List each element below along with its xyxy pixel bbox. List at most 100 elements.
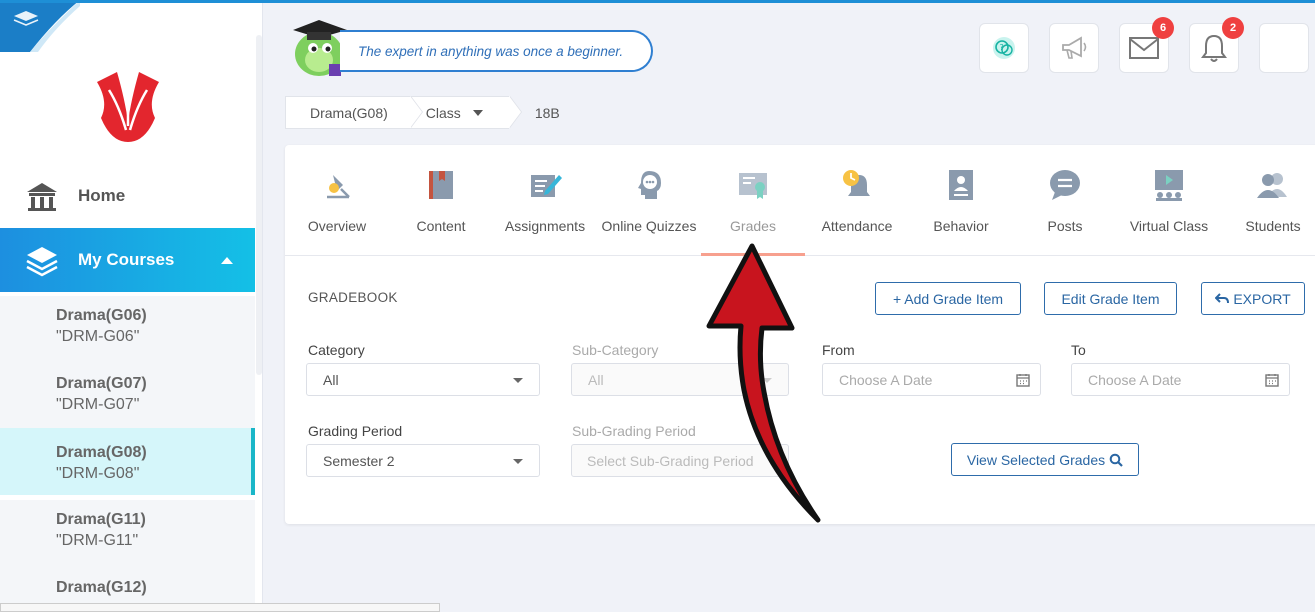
course-code: "DRM-G06" xyxy=(56,328,140,345)
annotation-arrow-icon xyxy=(706,243,821,523)
users-icon xyxy=(1257,173,1287,198)
tab-assignments[interactable]: Assignments xyxy=(493,145,597,256)
course-name: Drama(G07) xyxy=(56,375,147,392)
lamp-icon xyxy=(327,175,350,199)
tab-label: Students xyxy=(1245,218,1301,234)
book-icon xyxy=(429,171,453,199)
category-label: Category xyxy=(308,342,365,358)
caret-down-icon xyxy=(472,109,483,116)
view-selected-grades-label: View Selected Grades xyxy=(966,451,1106,468)
grading-period-label: Grading Period xyxy=(308,423,403,439)
sidebar-item-my-courses[interactable]: My Courses xyxy=(0,228,255,292)
notifications-count-badge: 2 xyxy=(1222,17,1244,39)
course-item[interactable]: Drama(G07) "DRM-G07" xyxy=(0,364,255,432)
virtual-class-icon xyxy=(1155,170,1183,201)
breadcrumb-course[interactable]: Drama(G08) xyxy=(285,96,423,129)
tab-label: Attendance xyxy=(821,218,893,234)
messages-count-badge: 6 xyxy=(1152,17,1174,39)
edit-grade-item-button[interactable]: Edit Grade Item xyxy=(1044,282,1177,315)
export-label: EXPORT xyxy=(1233,290,1291,307)
sidebar: Home My Courses Drama(G06) "DRM-G06" Dra… xyxy=(0,0,263,612)
tab-label: Online Quizzes xyxy=(601,218,697,234)
tab-label: Content xyxy=(416,218,466,234)
tab-label: Posts xyxy=(1047,218,1083,234)
announcements-button[interactable] xyxy=(1049,23,1099,73)
calendar-icon[interactable] xyxy=(1016,373,1030,387)
course-code: "DRM-G07" xyxy=(56,396,140,413)
id-card-icon xyxy=(949,170,973,200)
course-item[interactable]: Drama(G11) "DRM-G11" xyxy=(0,500,255,568)
add-grade-item-button[interactable]: + Add Grade Item xyxy=(875,282,1021,315)
quote-text: The expert in anything was once a beginn… xyxy=(358,43,624,59)
from-date-input[interactable]: Choose A Date xyxy=(822,363,1041,396)
help-chat-button[interactable]: ? xyxy=(979,23,1029,73)
to-label: To xyxy=(1071,342,1086,358)
certificate-icon xyxy=(739,173,767,199)
top-accent-line xyxy=(0,0,1315,3)
sidebar-scrollbar[interactable] xyxy=(256,35,262,375)
sub-grading-period-label: Sub-Grading Period xyxy=(572,423,696,439)
gradebook-title: GRADEBOOK xyxy=(308,290,398,305)
speech-bubble-icon xyxy=(1050,170,1080,200)
grading-period-select[interactable]: Semester 2 xyxy=(306,444,540,477)
breadcrumb: Drama(G08) Class 18B xyxy=(285,96,560,129)
layers-icon xyxy=(26,247,58,277)
calendar-icon[interactable] xyxy=(1265,373,1279,387)
course-name: Drama(G08) xyxy=(56,444,147,461)
from-date-placeholder: Choose A Date xyxy=(839,371,933,388)
bell-clock-icon xyxy=(843,170,870,196)
tab-label: Grades xyxy=(730,218,776,234)
profile-button[interactable] xyxy=(1259,23,1309,73)
help-chat-icon: ? xyxy=(993,37,1015,59)
bell-icon xyxy=(1201,34,1227,62)
envelope-icon xyxy=(1129,37,1159,59)
school-logo-icon xyxy=(97,72,159,142)
breadcrumb-level-dropdown[interactable]: Class xyxy=(409,96,522,129)
course-name: Drama(G12) xyxy=(56,579,147,596)
browser-status-bar xyxy=(0,603,440,612)
to-date-placeholder: Choose A Date xyxy=(1088,371,1182,388)
megaphone-icon xyxy=(1062,36,1087,59)
breadcrumb-level-label: Class xyxy=(425,104,461,121)
sidebar-home-label: Home xyxy=(78,186,126,205)
breadcrumb-course-label: Drama(G08) xyxy=(310,104,388,121)
tab-label: Assignments xyxy=(504,218,586,234)
reply-arrow-icon xyxy=(1215,292,1230,303)
sidebar-courses-label: My Courses xyxy=(78,250,175,269)
quiz-head-icon xyxy=(638,171,661,199)
tab-label: Overview xyxy=(307,218,367,234)
tab-online-quizzes[interactable]: Online Quizzes xyxy=(597,145,701,256)
grading-period-value: Semester 2 xyxy=(323,452,395,469)
tab-overview[interactable]: Overview xyxy=(285,145,389,256)
chevron-down-icon xyxy=(513,378,523,383)
subcategory-value: All xyxy=(588,371,604,388)
search-icon xyxy=(1109,453,1123,467)
view-selected-grades-button[interactable]: View Selected Grades xyxy=(951,443,1139,476)
tab-posts[interactable]: Posts xyxy=(1013,145,1117,256)
tab-label: Virtual Class xyxy=(1129,218,1209,234)
notifications-button[interactable]: 2 xyxy=(1189,17,1244,73)
tab-students[interactable]: Students xyxy=(1221,145,1315,256)
to-date-input[interactable]: Choose A Date xyxy=(1071,363,1290,396)
tab-virtual-class[interactable]: Virtual Class xyxy=(1117,145,1221,256)
edit-document-icon xyxy=(531,175,562,197)
course-name: Drama(G06) xyxy=(56,307,147,324)
tab-behavior[interactable]: Behavior xyxy=(909,145,1013,256)
sidebar-item-home[interactable]: Home xyxy=(0,164,255,228)
motivational-quote: The expert in anything was once a beginn… xyxy=(340,30,653,72)
category-select[interactable]: All xyxy=(306,363,540,396)
course-item[interactable]: Drama(G06) "DRM-G06" xyxy=(0,296,255,364)
corner-book-icon[interactable] xyxy=(0,0,80,52)
tab-content[interactable]: Content xyxy=(389,145,493,256)
course-code: "DRM-G08" xyxy=(56,465,140,482)
category-value: All xyxy=(323,371,339,388)
chevron-down-icon xyxy=(513,459,523,464)
school-building-icon xyxy=(27,183,57,211)
subcategory-label: Sub-Category xyxy=(572,342,659,358)
course-item-active[interactable]: Drama(G08) "DRM-G08" xyxy=(0,428,255,495)
tab-label: Behavior xyxy=(933,218,989,234)
caret-up-icon[interactable] xyxy=(221,256,233,264)
course-name: Drama(G11) xyxy=(56,511,146,528)
export-button[interactable]: EXPORT xyxy=(1201,282,1305,315)
messages-button[interactable]: 6 xyxy=(1119,17,1174,73)
